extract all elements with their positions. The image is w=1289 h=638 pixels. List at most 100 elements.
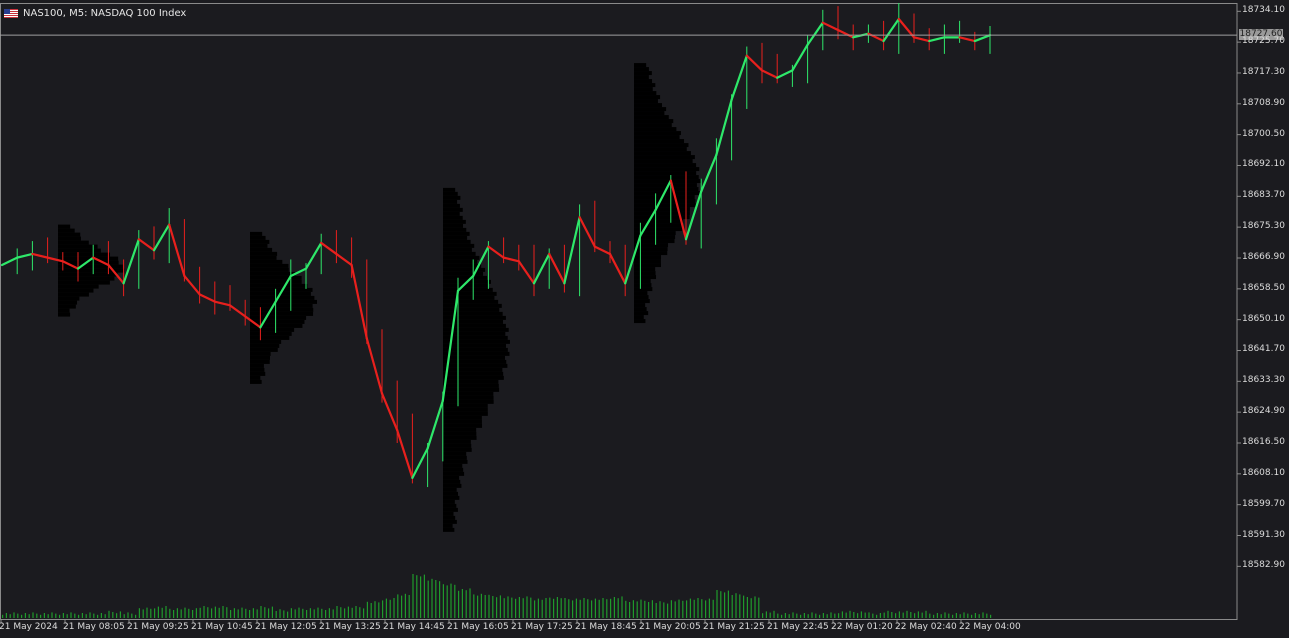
price-chart[interactable] [0, 3, 1289, 635]
volume-profile-bar-3-51 [634, 267, 656, 272]
volume-bar-10-2 [161, 607, 163, 618]
volume-bar-26-3 [408, 595, 410, 618]
volume-bar-13-1 [203, 606, 205, 618]
volume-profile-bar-2-11 [443, 231, 470, 236]
volume-bar-55-3 [849, 610, 851, 618]
volume-profile-bar-2-9 [443, 223, 464, 228]
chart-title: NAS100, M5: NASDAQ 100 Index [4, 8, 186, 19]
volume-bar-19-3 [302, 608, 304, 618]
volume-profile-bar-3-26 [634, 167, 700, 172]
volume-bar-11-0 [169, 608, 171, 618]
volume-bar-41-0 [625, 600, 627, 618]
volume-bar-47-1 [720, 591, 722, 618]
volume-bar-30-1 [461, 589, 463, 618]
volume-bar-57-2 [876, 614, 878, 618]
volume-profile-bar-2-8 [443, 219, 466, 224]
volume-bar-20-1 [309, 608, 311, 618]
volume-profile-bar-2-50 [443, 387, 500, 392]
volume-profile-bar-1-31 [250, 355, 270, 360]
volume-profile-bar-2-20 [443, 267, 486, 272]
volume-profile-bar-2-71 [443, 471, 465, 476]
volume-profile-bar-3-17 [634, 131, 681, 136]
volume-bar-12-0 [184, 607, 186, 618]
volume-bar-62-3 [955, 613, 957, 618]
volume-bar-36-2 [556, 597, 558, 618]
volume-bar-15-0 [230, 610, 232, 618]
volume-bar-20-3 [317, 607, 319, 618]
volume-profile-bar-2-76 [443, 491, 458, 496]
volume-profile-bar-1-20 [250, 311, 314, 316]
price-segment-34 [502, 256, 520, 263]
volume-bar-50-0 [762, 613, 764, 618]
volume-profile-bar-1-17 [250, 299, 317, 304]
volume-bar-12-2 [192, 610, 194, 618]
volume-bar-53-3 [819, 614, 821, 618]
volume-bar-39-1 [598, 599, 600, 618]
volume-bar-0-3 [13, 612, 15, 618]
volume-profile-bar-3-49 [634, 259, 661, 264]
volume-profile-bar-3-25 [634, 163, 697, 168]
volume-profile-bar-2-13 [443, 239, 471, 244]
y-tick-label: 18683.70 [1242, 190, 1285, 201]
volume-bar-35-1 [537, 598, 539, 618]
volume-bar-64-2 [982, 612, 984, 618]
volume-bar-43-2 [663, 602, 665, 618]
volume-profile-bar-2-10 [443, 227, 467, 232]
y-tick-label: 18658.50 [1242, 282, 1285, 293]
volume-bar-22-1 [340, 607, 342, 618]
volume-profile-bar-3-60 [634, 303, 646, 308]
volume-bar-40-0 [610, 598, 612, 618]
volume-bar-9-0 [138, 608, 140, 618]
volume-bar-49-3 [758, 597, 760, 618]
volume-bar-58-0 [883, 612, 885, 618]
volume-bar-9-1 [142, 609, 144, 618]
volume-bar-53-2 [815, 613, 817, 618]
volume-profile-bar-0-5 [58, 244, 98, 249]
volume-bar-63-1 [963, 612, 965, 618]
volume-bar-6-2 [100, 613, 102, 618]
volume-bar-32-0 [488, 594, 490, 618]
volume-profile-bar-2-70 [443, 467, 464, 472]
price-segment-50 [745, 54, 764, 72]
volume-bar-5-2 [85, 614, 87, 618]
volume-bar-23-2 [359, 607, 361, 618]
volume-bar-60-2 [921, 612, 923, 618]
volume-bar-15-3 [241, 607, 243, 618]
volume-bar-19-0 [290, 608, 292, 618]
volume-bar-17-1 [264, 607, 266, 618]
volume-bar-8-0 [123, 614, 125, 618]
y-tick-label: 18633.30 [1242, 375, 1285, 386]
volume-bar-15-2 [237, 609, 239, 618]
price-segment-26 [380, 392, 399, 432]
volume-bar-51-1 [781, 614, 783, 618]
price-segment-14 [198, 293, 216, 303]
price-segment-65 [973, 34, 992, 43]
volume-bar-23-1 [355, 606, 357, 618]
volume-bar-38-2 [587, 599, 589, 618]
volume-bar-34-1 [522, 598, 524, 618]
volume-bar-56-3 [864, 612, 866, 618]
y-tick-label: 18725.70 [1242, 36, 1285, 47]
volume-profile-bar-3-10 [634, 103, 662, 108]
volume-bar-41-1 [629, 602, 631, 618]
volume-profile-bar-2-66 [443, 451, 467, 456]
volume-profile-bar-1-1 [250, 235, 266, 240]
volume-profile-bar-1-18 [250, 303, 313, 308]
x-tick-label: 21 May 09:25 [127, 622, 189, 632]
volume-profile-bar-1-22 [250, 319, 305, 324]
price-segment-9 [122, 238, 140, 285]
volume-bar-45-0 [686, 600, 688, 618]
volume-bar-21-2 [328, 608, 330, 618]
volume-bar-9-3 [150, 608, 152, 618]
volume-bar-52-2 [800, 614, 802, 618]
volume-bar-17-3 [271, 606, 273, 618]
volume-bar-22-2 [344, 608, 346, 618]
volume-profile-bar-2-48 [443, 379, 499, 384]
y-tick-label: 18616.50 [1242, 437, 1285, 447]
volume-bar-25-1 [385, 598, 387, 618]
volume-profile-bar-1-25 [250, 331, 292, 336]
volume-bar-37-1 [568, 599, 570, 618]
volume-bar-50-3 [773, 610, 775, 618]
volume-profile-bar-2-82 [443, 515, 456, 520]
volume-bar-33-3 [515, 598, 517, 618]
